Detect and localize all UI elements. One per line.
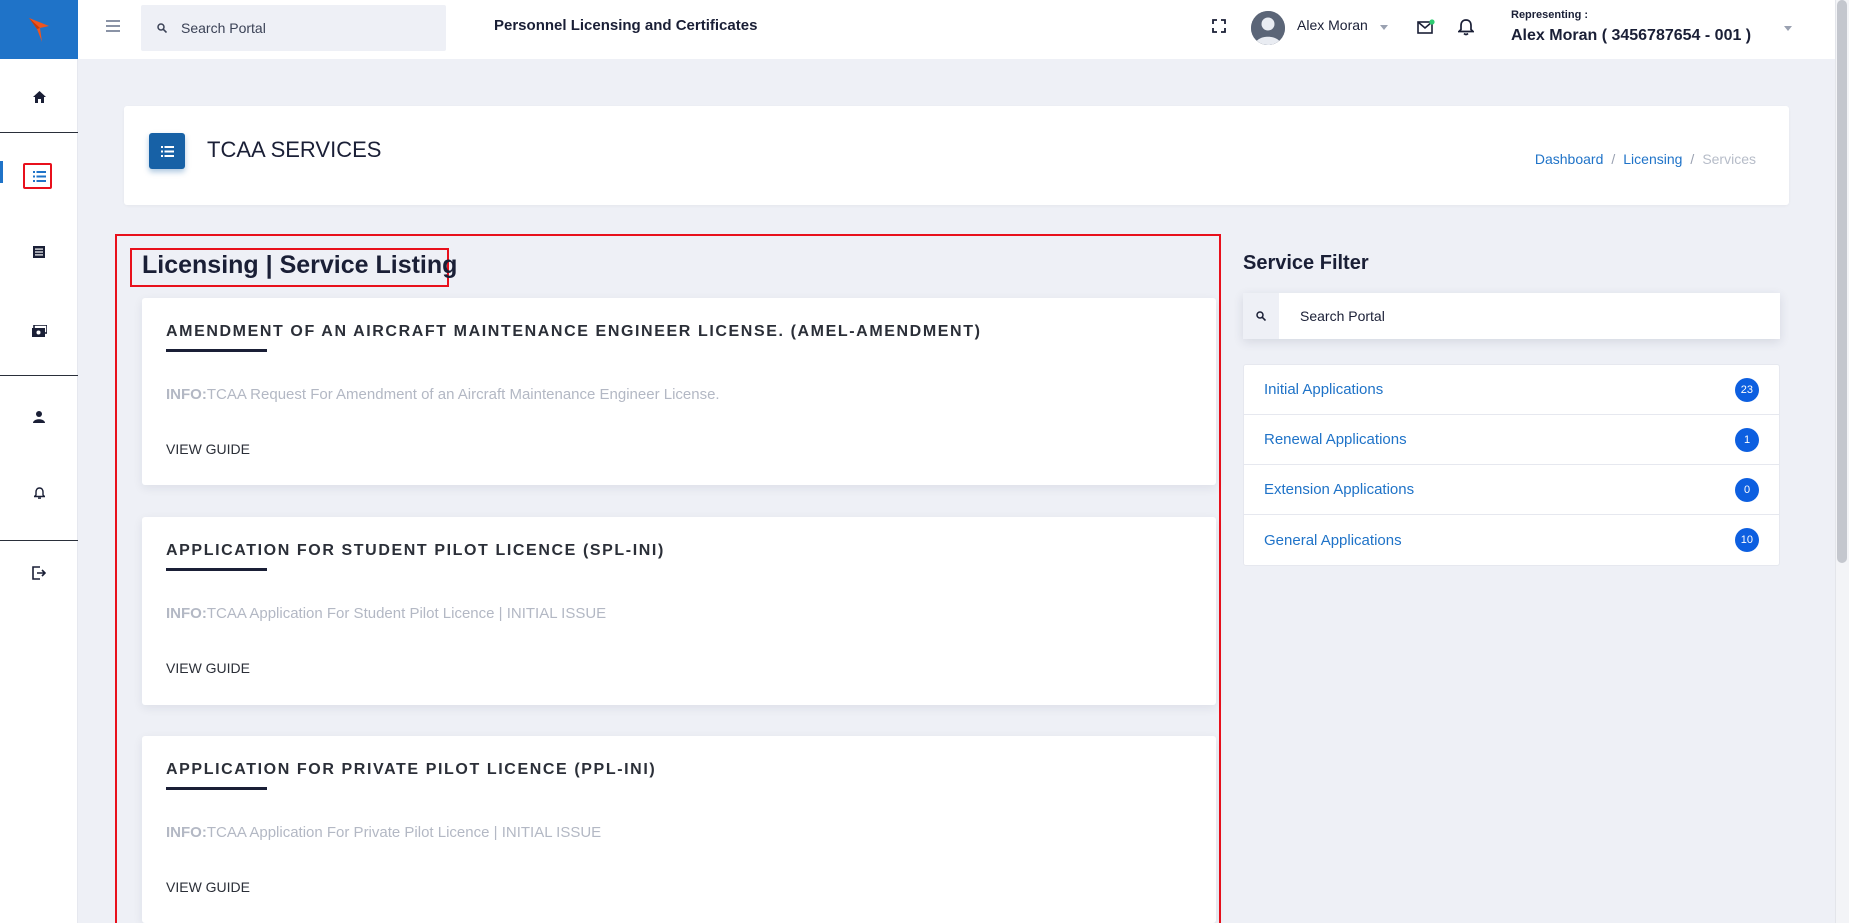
bell-icon (33, 487, 45, 499)
user-icon (33, 411, 45, 423)
representing-value[interactable]: Alex Moran ( 3456787654 - 001 ) (1511, 27, 1751, 45)
logo-icon (29, 17, 49, 42)
sidebar-item-notifications[interactable] (0, 473, 78, 513)
service-title: APPLICATION FOR PRIVATE PILOT LICENCE (P… (166, 761, 657, 778)
service-info: INFO:TCAA Application For Private Pilot … (166, 824, 601, 841)
breadcrumb-services: Services (1702, 151, 1756, 167)
top-header: Search Portal Personnel Licensing and Ce… (78, 0, 1849, 59)
info-text: TCAA Application For Private Pilot Licen… (206, 824, 602, 841)
count-badge: 23 (1734, 377, 1759, 402)
search-icon (1256, 311, 1266, 321)
representing-chevron-down-icon[interactable] (1784, 26, 1792, 31)
search-icon (157, 23, 167, 33)
title-underline (166, 349, 267, 352)
header-search-input[interactable]: Search Portal (141, 5, 446, 51)
sidebar-divider (0, 132, 78, 133)
breadcrumb-separator: / (1611, 151, 1616, 167)
sidebar-item-logout[interactable] (0, 553, 78, 593)
info-text: TCAA Request For Amendment of an Aircraf… (206, 386, 720, 403)
user-name[interactable]: Alex Moran (1297, 17, 1368, 33)
filter-item-label: Renewal Applications (1264, 431, 1407, 448)
logout-icon (32, 566, 46, 580)
services-list-icon (149, 133, 185, 169)
filter-list: Initial Applications 23 Renewal Applicat… (1243, 364, 1780, 566)
service-title: APPLICATION FOR STUDENT PILOT LICENCE (S… (166, 542, 665, 559)
avatar-icon (1251, 11, 1285, 45)
listing-heading: Licensing | Service Listing (142, 251, 458, 279)
info-label: INFO: (166, 386, 207, 403)
user-avatar[interactable] (1251, 11, 1285, 45)
portal-title: Personnel Licensing and Certificates (494, 17, 758, 34)
count-badge: 1 (1735, 427, 1759, 452)
sidebar-item-home[interactable] (0, 77, 78, 117)
view-guide-link[interactable]: VIEW GUIDE (166, 441, 250, 457)
breadcrumb-dashboard[interactable]: Dashboard (1535, 151, 1604, 167)
selection-highlight (23, 163, 52, 189)
filter-item-label: Extension Applications (1264, 481, 1415, 498)
sidebar-item-profile[interactable] (0, 397, 78, 437)
menu-toggle-icon[interactable] (106, 20, 120, 32)
breadcrumb-licensing[interactable]: Licensing (1623, 151, 1682, 167)
title-underline (166, 568, 267, 571)
filter-item-general[interactable]: General Applications 10 (1244, 515, 1779, 565)
view-guide-link[interactable]: VIEW GUIDE (166, 879, 250, 895)
service-card: AMENDMENT OF AN AIRCRAFT MAINTENANCE ENG… (142, 298, 1216, 485)
page-heading-card: TCAA SERVICES Dashboard / Licensing / Se… (124, 106, 1789, 205)
fullscreen-icon[interactable] (1212, 19, 1226, 33)
service-info: INFO:TCAA Application For Student Pilot … (166, 605, 606, 622)
sidebar-divider (0, 375, 78, 376)
filter-item-label: General Applications (1264, 531, 1402, 549)
info-text: TCAA Application For Student Pilot Licen… (206, 605, 607, 622)
list-icon (160, 145, 174, 157)
service-card: APPLICATION FOR STUDENT PILOT LICENCE (S… (142, 517, 1216, 705)
title-underline (166, 787, 267, 790)
sidebar-divider (0, 540, 78, 541)
count-badge: 10 (1734, 528, 1759, 552)
sidebar-item-payments[interactable] (0, 311, 78, 351)
header-search-placeholder: Search Portal (181, 20, 266, 36)
representing-label: Representing : (1511, 9, 1589, 21)
info-label: INFO: (166, 824, 207, 841)
count-badge: 0 (1735, 477, 1759, 502)
info-label: INFO: (166, 605, 207, 622)
breadcrumb: Dashboard / Licensing / Services (1535, 151, 1756, 167)
filter-item-label: Initial Applications (1264, 381, 1384, 398)
breadcrumb-separator: / (1690, 151, 1695, 167)
page-title: TCAA SERVICES (207, 137, 382, 162)
filter-search-placeholder: Search Portal (1300, 308, 1385, 324)
filter-item-renewal[interactable]: Renewal Applications 1 (1244, 415, 1779, 465)
filter-search-icon-wrap (1243, 293, 1279, 339)
service-card: APPLICATION FOR PRIVATE PILOT LICENCE (P… (142, 736, 1216, 923)
app-logo[interactable] (0, 0, 78, 59)
scrollbar-thumb[interactable] (1837, 0, 1847, 563)
document-icon (33, 246, 45, 258)
filter-search-input[interactable]: Search Portal (1243, 293, 1780, 339)
view-guide-link[interactable]: VIEW GUIDE (166, 660, 250, 676)
home-icon (32, 91, 46, 103)
sidebar (0, 0, 78, 923)
mail-icon[interactable] (1417, 19, 1435, 35)
user-menu-chevron-down-icon[interactable] (1380, 25, 1388, 30)
payment-icon (31, 325, 47, 337)
service-filter-title: Service Filter (1243, 252, 1369, 274)
notification-bell-icon[interactable] (1458, 18, 1474, 36)
service-info: INFO:TCAA Request For Amendment of an Ai… (166, 386, 720, 403)
sidebar-item-documents[interactable] (0, 232, 78, 272)
filter-item-extension[interactable]: Extension Applications 0 (1244, 465, 1779, 515)
filter-item-initial[interactable]: Initial Applications 23 (1244, 365, 1779, 415)
service-title: AMENDMENT OF AN AIRCRAFT MAINTENANCE ENG… (166, 323, 982, 340)
